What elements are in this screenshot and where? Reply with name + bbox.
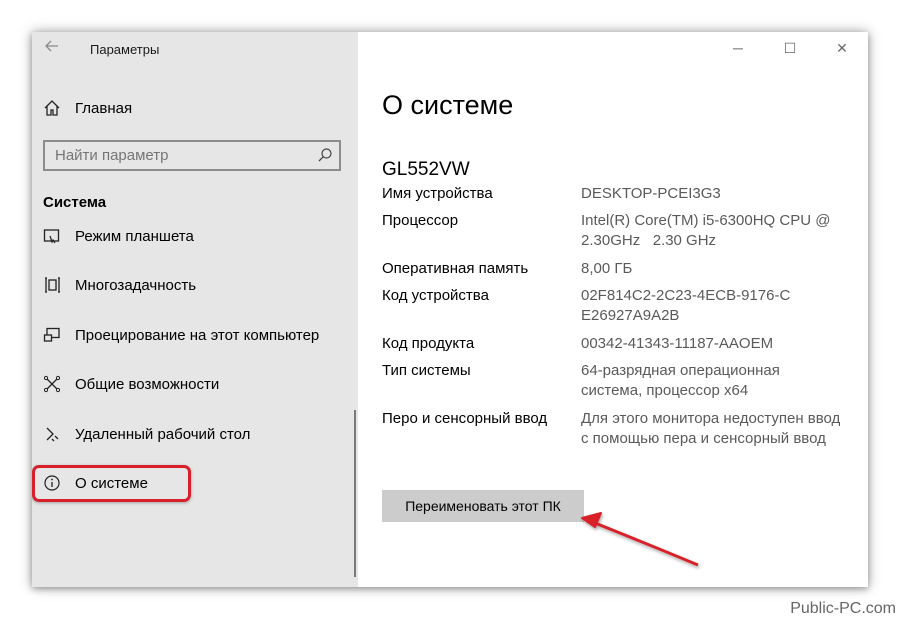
search-icon[interactable]	[317, 147, 333, 163]
highlight-outline	[32, 465, 191, 502]
main-content: ─ ☐ ✕ О системе GL552VW Имя устройства D…	[358, 32, 868, 587]
spec-label: Тип системы	[382, 362, 471, 379]
close-button[interactable]: ✕	[816, 32, 868, 64]
sidebar-item-shared-experiences[interactable]: Общие возможности	[32, 368, 358, 400]
tablet-mode-icon	[42, 226, 62, 246]
sidebar-item-label: Удаленный рабочий стол	[75, 425, 251, 443]
remote-desktop-icon	[42, 424, 62, 444]
back-arrow-icon[interactable]	[42, 38, 62, 58]
projecting-icon	[42, 325, 62, 345]
sidebar-item-label: Многозадачность	[75, 276, 197, 294]
sidebar-scrollbar[interactable]	[354, 410, 356, 577]
device-name-heading: GL552VW	[382, 159, 470, 180]
spec-value: 02F814C2-2C23-4ECB-9176-CE26927A9A2B	[581, 287, 791, 324]
spec-value: 8,00 ГБ	[581, 260, 633, 277]
sidebar-item-label: Главная	[75, 99, 133, 117]
spec-label: Процессор	[382, 212, 459, 229]
sidebar-item-multitasking[interactable]: Многозадачность	[32, 269, 358, 301]
sidebar-item-projecting[interactable]: Проецирование на этот компьютер	[32, 319, 358, 351]
shared-experiences-icon	[42, 374, 62, 394]
sidebar-item-label: Проецирование на этот компьютер	[75, 326, 320, 344]
minimize-button[interactable]: ─	[712, 32, 764, 64]
section-title: Система	[43, 194, 107, 211]
search-box[interactable]	[43, 140, 341, 171]
settings-window: Параметры Главная Система Режим планшета	[32, 32, 868, 587]
sidebar-item-tablet-mode[interactable]: Режим планшета	[32, 220, 358, 252]
watermark: Public-PC.com	[790, 600, 896, 617]
minimize-icon: ─	[733, 40, 743, 56]
sidebar-item-label: Общие возможности	[75, 375, 220, 393]
sidebar-item-home[interactable]: Главная	[32, 92, 358, 124]
maximize-icon: ☐	[783, 39, 797, 56]
app-title: Параметры	[90, 42, 160, 57]
spec-value: 00342-41343-11187-AAOEM	[581, 335, 774, 352]
close-icon: ✕	[836, 39, 848, 56]
spec-value: DESKTOP-PCEI3G3	[581, 185, 721, 202]
maximize-button[interactable]: ☐	[764, 32, 816, 64]
spec-label: Код продукта	[382, 335, 475, 352]
spec-value: Intel(R) Core(TM) i5-6300HQ CPU @ 2.30GH…	[581, 212, 835, 249]
page-title: О системе	[382, 90, 514, 120]
search-input[interactable]	[45, 142, 315, 169]
rename-pc-button[interactable]: Переименовать этот ПК	[382, 490, 584, 522]
spec-value: Для этого монитора недоступен ввод с пом…	[581, 410, 841, 447]
sidebar-item-label: Режим планшета	[75, 227, 194, 245]
home-icon	[42, 98, 62, 118]
window-controls: ─ ☐ ✕	[712, 32, 868, 64]
spec-value: 64-разрядная операционная система, проце…	[581, 362, 780, 399]
sidebar-item-remote-desktop[interactable]: Удаленный рабочий стол	[32, 418, 358, 450]
spec-label: Оперативная память	[382, 260, 529, 277]
multitasking-icon	[42, 275, 62, 295]
spec-label: Код устройства	[382, 287, 489, 304]
spec-label: Имя устройства	[382, 185, 493, 202]
sidebar: Параметры Главная Система Режим планшета	[32, 32, 358, 587]
spec-label: Перо и сенсорный ввод	[382, 410, 548, 427]
